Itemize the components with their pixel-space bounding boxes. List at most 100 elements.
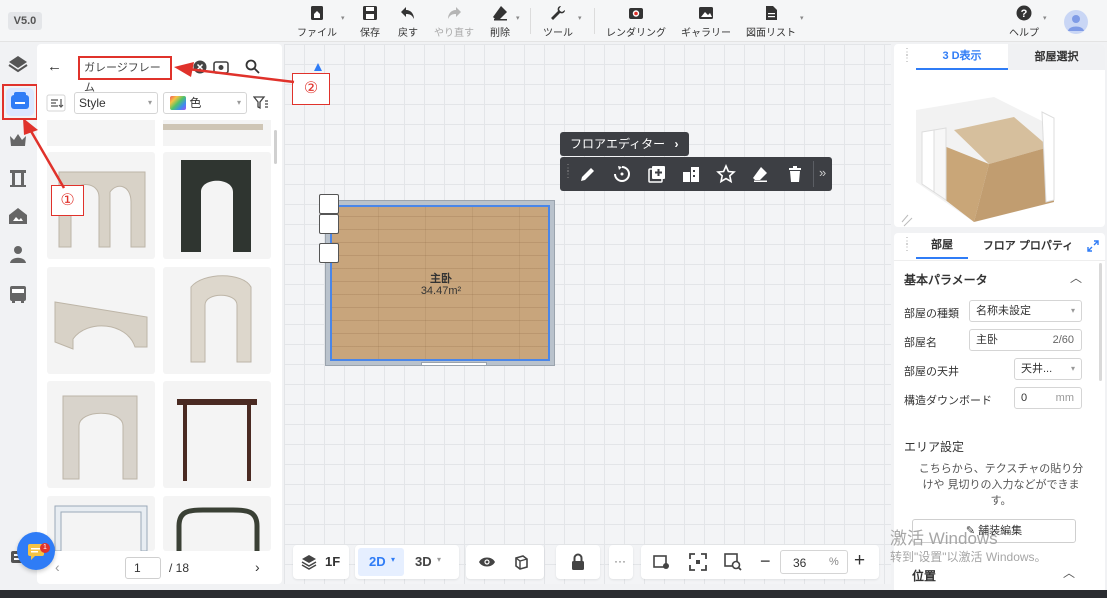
- floor-label: 1F: [325, 554, 341, 569]
- tab-3d-view[interactable]: 3 D表示: [916, 44, 1008, 70]
- annotation-marker-2: ②: [292, 73, 330, 105]
- room-name-input[interactable]: 主卧 2/60: [969, 329, 1082, 351]
- room-name-label: 部屋名: [904, 337, 937, 349]
- sort-icon[interactable]: [46, 94, 66, 112]
- baseboard-input[interactable]: 0 mm: [1014, 387, 1082, 409]
- zoom-out-icon[interactable]: −: [760, 551, 771, 572]
- product-thumbnail[interactable]: [163, 120, 271, 146]
- tab-room-select[interactable]: 部屋選択: [1008, 44, 1105, 70]
- chat-support-button[interactable]: [17, 532, 55, 570]
- collapse-icon[interactable]: ︿: [1070, 269, 1082, 286]
- properties-scrollbar[interactable]: [1099, 263, 1102, 381]
- library-scrollbar[interactable]: [274, 130, 277, 164]
- person-icon[interactable]: [7, 243, 29, 265]
- gallery-icon: [699, 7, 713, 19]
- collapse-icon[interactable]: ︿: [1063, 564, 1075, 581]
- trash-icon[interactable]: [785, 164, 805, 184]
- mode-3d-button[interactable]: 3D ▾: [409, 548, 455, 576]
- lock-button[interactable]: [556, 545, 600, 579]
- annotation-arrow-2: [174, 62, 295, 84]
- search-input[interactable]: ガレージフレーム: [78, 56, 172, 94]
- help-button[interactable]: ? ヘルプ: [1008, 4, 1040, 39]
- drag-handle-icon[interactable]: ⋮ ⋮: [902, 237, 912, 253]
- ceiling-select[interactable]: 天井... ▾: [1014, 358, 1082, 380]
- product-thumbnail[interactable]: [163, 381, 271, 488]
- delete-menu-button[interactable]: 削除: [486, 4, 514, 39]
- room-type-select[interactable]: 名称未設定 ▾: [969, 300, 1082, 322]
- pencil-icon[interactable]: [578, 164, 598, 184]
- redo-label: やり直す: [434, 28, 474, 39]
- product-thumbnail[interactable]: [47, 267, 155, 374]
- white-frame-image: [54, 505, 148, 551]
- tab-room[interactable]: 部屋: [916, 233, 968, 259]
- chevron-down-icon: ▾: [578, 15, 582, 22]
- cabinet-icon[interactable]: [7, 283, 29, 305]
- product-thumbnail[interactable]: [47, 381, 155, 488]
- add-room-icon[interactable]: [647, 164, 667, 184]
- door-marker[interactable]: [319, 194, 339, 214]
- drag-handle-icon[interactable]: ⋮ ⋮: [563, 164, 573, 180]
- star-icon[interactable]: [716, 164, 736, 184]
- rendering-button[interactable]: レンダリング: [606, 4, 666, 39]
- back-arrow-icon[interactable]: ←: [47, 58, 62, 75]
- zoom-area-icon[interactable]: [724, 553, 742, 571]
- product-thumbnail[interactable]: [163, 496, 271, 551]
- cube-icon[interactable]: [513, 554, 529, 570]
- file-menu-button[interactable]: ファイル: [296, 4, 338, 39]
- fit-view-icon[interactable]: [689, 553, 707, 571]
- windows-activation-watermark: 激活 Windows: [890, 529, 998, 548]
- user-avatar[interactable]: [1064, 10, 1088, 34]
- door-marker[interactable]: [319, 243, 339, 263]
- gallery-button[interactable]: ギャラリー: [680, 4, 732, 39]
- document-icon: [766, 6, 777, 20]
- ceiling-value: 天井...: [1021, 363, 1053, 375]
- product-thumbnail[interactable]: [163, 267, 271, 374]
- more-options-button[interactable]: ···: [609, 545, 633, 579]
- zoom-input[interactable]: 36 %: [780, 550, 848, 574]
- mode-2d-button[interactable]: 2D ▾: [358, 548, 404, 576]
- notification-badge: 1: [40, 543, 50, 553]
- chevron-down-icon: ▾: [800, 15, 804, 22]
- eye-icon[interactable]: [478, 555, 496, 569]
- screenshot-settings-icon[interactable]: [653, 554, 670, 570]
- house-icon[interactable]: [7, 205, 29, 227]
- redo-button[interactable]: やり直す: [432, 4, 476, 39]
- tools-menu-button[interactable]: ツール: [541, 4, 575, 39]
- style-select[interactable]: Style ▾: [74, 92, 158, 114]
- drawing-list-button[interactable]: 図面リスト: [745, 4, 797, 39]
- layers-icon[interactable]: [7, 53, 29, 75]
- color-select[interactable]: 色 ▾: [163, 92, 247, 114]
- expand-icon[interactable]: [1087, 240, 1099, 252]
- area-settings-label: エリア設定: [904, 440, 965, 454]
- eraser-icon[interactable]: [750, 164, 770, 184]
- more-label: ···: [614, 554, 626, 568]
- svg-text:?: ?: [1021, 8, 1028, 20]
- product-thumbnail[interactable]: [47, 496, 155, 551]
- baseboard-label: 構造ダウンボード: [904, 395, 992, 407]
- chevron-down-icon: ▾: [437, 555, 442, 564]
- blocks-icon[interactable]: [681, 164, 701, 184]
- save-button[interactable]: 保存: [355, 4, 385, 39]
- expand-toolbar-icon[interactable]: »: [819, 165, 826, 180]
- zoom-in-icon[interactable]: +: [854, 550, 865, 572]
- product-image: [163, 124, 263, 130]
- rotate-icon[interactable]: [612, 164, 632, 184]
- filter-icon[interactable]: [253, 95, 269, 110]
- prev-page-icon[interactable]: ‹: [55, 559, 60, 575]
- floor-editor-button[interactable]: フロアエディター ›: [560, 132, 689, 156]
- door-marker[interactable]: [319, 214, 339, 234]
- tab-floor-properties[interactable]: フロア プロパティ: [974, 233, 1082, 259]
- help-label: ヘルプ: [1009, 28, 1039, 39]
- room-3d-preview[interactable]: [894, 72, 1105, 227]
- room-shape[interactable]: 主卧 34.47m²: [325, 200, 555, 366]
- next-page-icon[interactable]: ›: [255, 559, 260, 575]
- product-thumbnail[interactable]: [163, 152, 271, 259]
- page-number-input[interactable]: 1: [125, 557, 161, 579]
- save-label: 保存: [360, 28, 380, 39]
- floor-switch-button[interactable]: 1F: [293, 545, 349, 579]
- drag-handle-icon[interactable]: ⋮ ⋮: [902, 48, 912, 64]
- save-icon: [363, 6, 377, 20]
- room-opening[interactable]: [421, 362, 487, 366]
- undo-button[interactable]: 戻す: [393, 4, 423, 39]
- dark-arch-frame-image: [181, 160, 251, 252]
